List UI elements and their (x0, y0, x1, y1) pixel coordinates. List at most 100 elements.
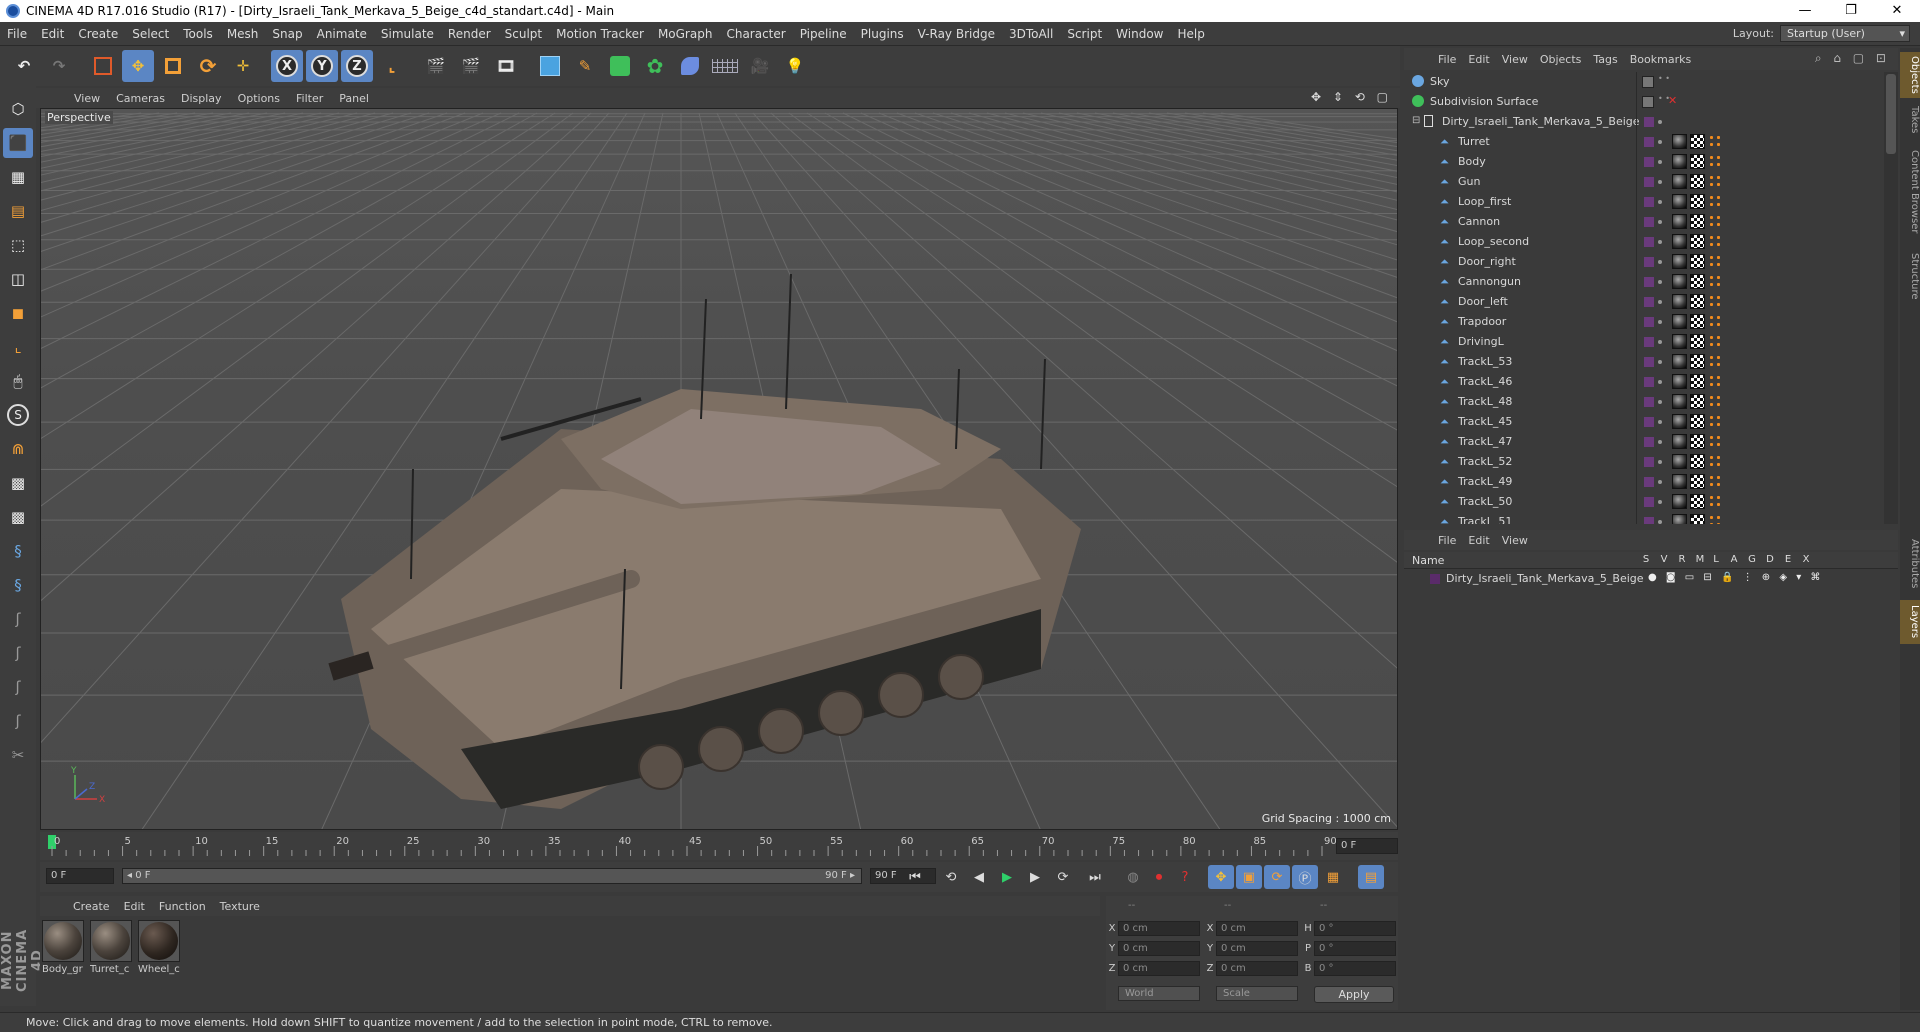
close-window-button[interactable]: ✕ (1874, 0, 1920, 22)
uv-tag-icon[interactable] (1690, 394, 1705, 409)
key-parameter-button[interactable]: Ⓟ (1292, 865, 1318, 889)
viewport-menu-view[interactable]: View (66, 92, 108, 105)
visibility-dot-icon[interactable] (1658, 480, 1662, 484)
uv-tag-icon[interactable] (1690, 234, 1705, 249)
material-tag-icon[interactable] (1672, 174, 1687, 189)
object-row[interactable]: ⏶ Door_left (1404, 292, 1884, 312)
layer-color-icon[interactable] (1644, 377, 1654, 387)
menu-mograph[interactable]: MoGraph (651, 27, 720, 41)
object-row[interactable]: ⏶ Door_right (1404, 252, 1884, 272)
material-menu-function[interactable]: Function (152, 900, 213, 913)
layer-menu-file[interactable]: File (1432, 534, 1462, 547)
object-row[interactable]: Sky • • (1404, 72, 1884, 92)
menu-help[interactable]: Help (1170, 27, 1211, 41)
texture-mode-button[interactable]: ▦ (3, 162, 33, 192)
python-button-1[interactable]: § (3, 536, 33, 566)
layer-color-icon[interactable] (1644, 477, 1654, 487)
material-tag-icon[interactable] (1672, 154, 1687, 169)
tab-content-browser[interactable]: Content Browser (1900, 142, 1920, 242)
x-axis-lock-button[interactable]: X (271, 50, 303, 82)
magnet-button[interactable]: ⋒ (3, 434, 33, 464)
position-x-field[interactable]: 0 cm (1118, 920, 1200, 936)
uv-tag-icon[interactable] (1690, 194, 1705, 209)
phong-tag-icon[interactable] (1708, 194, 1723, 209)
visibility-dot-icon[interactable] (1658, 340, 1662, 344)
material-tag-icon[interactable] (1672, 134, 1687, 149)
material-tag-icon[interactable] (1672, 214, 1687, 229)
layer-color-icon[interactable] (1644, 517, 1654, 524)
scissor-tool-button[interactable]: ✂ (3, 740, 33, 770)
object-row[interactable]: Subdivision Surface • • ✕ (1404, 92, 1884, 112)
points-mode-button[interactable]: ⬚ (3, 230, 33, 260)
phong-tag-icon[interactable] (1708, 174, 1723, 189)
menu-mesh[interactable]: Mesh (220, 27, 266, 41)
size-y-field[interactable]: 0 cm (1216, 940, 1298, 956)
layer-color-icon[interactable] (1644, 457, 1654, 467)
material-menu-texture[interactable]: Texture (213, 900, 267, 913)
visibility-dot-icon[interactable] (1658, 140, 1662, 144)
object-row[interactable]: ⏶ Turret (1404, 132, 1884, 152)
visibility-dot-icon[interactable] (1658, 240, 1662, 244)
layer-color-icon[interactable] (1644, 497, 1654, 507)
material-tag-icon[interactable] (1672, 334, 1687, 349)
viewport-menu-cameras[interactable]: Cameras (108, 92, 173, 105)
size-mode-select[interactable]: Scale (1216, 986, 1298, 1001)
add-subdivision-button[interactable] (604, 50, 636, 82)
phong-tag-icon[interactable] (1708, 274, 1723, 289)
object-menu-tags[interactable]: Tags (1587, 53, 1623, 66)
uv-tag-icon[interactable] (1690, 154, 1705, 169)
enabled-checkbox-icon[interactable] (1642, 96, 1654, 108)
object-row[interactable]: ⏶ TrackL_48 (1404, 392, 1884, 412)
visibility-dot-icon[interactable] (1658, 420, 1662, 424)
viewport-menu-display[interactable]: Display (173, 92, 230, 105)
menu-tools[interactable]: Tools (176, 27, 220, 41)
menu-plugins[interactable]: Plugins (854, 27, 911, 41)
phong-tag-icon[interactable] (1708, 154, 1723, 169)
visibility-dot-icon[interactable] (1658, 300, 1662, 304)
key-pla-button[interactable]: ▦ (1320, 865, 1346, 889)
material-tag-icon[interactable] (1672, 274, 1687, 289)
uv-tag-icon[interactable] (1690, 174, 1705, 189)
layer-menu-edit[interactable]: Edit (1462, 534, 1495, 547)
viewport-menu-panel[interactable]: Panel (331, 92, 377, 105)
workplane-mode-button[interactable]: ▤ (3, 196, 33, 226)
add-spline-button[interactable]: ✎ (569, 50, 601, 82)
material-tag-icon[interactable] (1672, 454, 1687, 469)
apply-button[interactable]: Apply (1314, 986, 1394, 1003)
layer-color-icon[interactable] (1644, 117, 1654, 127)
object-menu-objects[interactable]: Objects (1534, 53, 1588, 66)
rotation-b-field[interactable]: 0 ° (1314, 960, 1396, 976)
tab-structure[interactable]: Structure (1900, 246, 1920, 306)
material-tag-icon[interactable] (1672, 234, 1687, 249)
autokey-button[interactable]: ? (1172, 865, 1198, 889)
object-row[interactable]: ⏶ Loop_first (1404, 192, 1884, 212)
object-list-scrollbar[interactable] (1884, 72, 1898, 524)
layer-color-icon[interactable] (1644, 357, 1654, 367)
material-menu-create[interactable]: Create (66, 900, 117, 913)
object-manager-tools[interactable]: ⌕ ⌂ ▢ ⊡ (1815, 51, 1890, 66)
add-cube-button[interactable] (534, 50, 566, 82)
menu-sculpt[interactable]: Sculpt (498, 27, 549, 41)
undo-button[interactable]: ↶ (8, 50, 40, 82)
object-row[interactable]: ⏶ Cannongun (1404, 272, 1884, 292)
visibility-dot-icon[interactable] (1658, 280, 1662, 284)
tab-objects[interactable]: Objects (1900, 52, 1920, 98)
object-row[interactable]: ⏶ Body (1404, 152, 1884, 172)
uv-tag-icon[interactable] (1690, 274, 1705, 289)
previous-frame-button[interactable]: ◀ (966, 865, 992, 889)
phong-tag-icon[interactable] (1708, 294, 1723, 309)
visibility-dot-icon[interactable] (1658, 500, 1662, 504)
add-floor-button[interactable] (709, 50, 741, 82)
uv-tag-icon[interactable] (1690, 294, 1705, 309)
tab-layers[interactable]: Layers (1900, 600, 1920, 644)
snap-toggle-button[interactable]: S (3, 400, 33, 430)
menu-create[interactable]: Create (71, 27, 125, 41)
next-key-button[interactable]: ⟳ (1050, 865, 1076, 889)
layer-menu-view[interactable]: View (1496, 534, 1534, 547)
start-frame-field[interactable]: 0 F (46, 868, 114, 884)
key-rotation-button[interactable]: ⟳ (1264, 865, 1290, 889)
size-z-field[interactable]: 0 cm (1216, 960, 1298, 976)
expand-collapse-icon[interactable]: ⊟ (1412, 115, 1424, 127)
object-row[interactable]: ⏶ TrackL_53 (1404, 352, 1884, 372)
uv-tag-icon[interactable] (1690, 214, 1705, 229)
